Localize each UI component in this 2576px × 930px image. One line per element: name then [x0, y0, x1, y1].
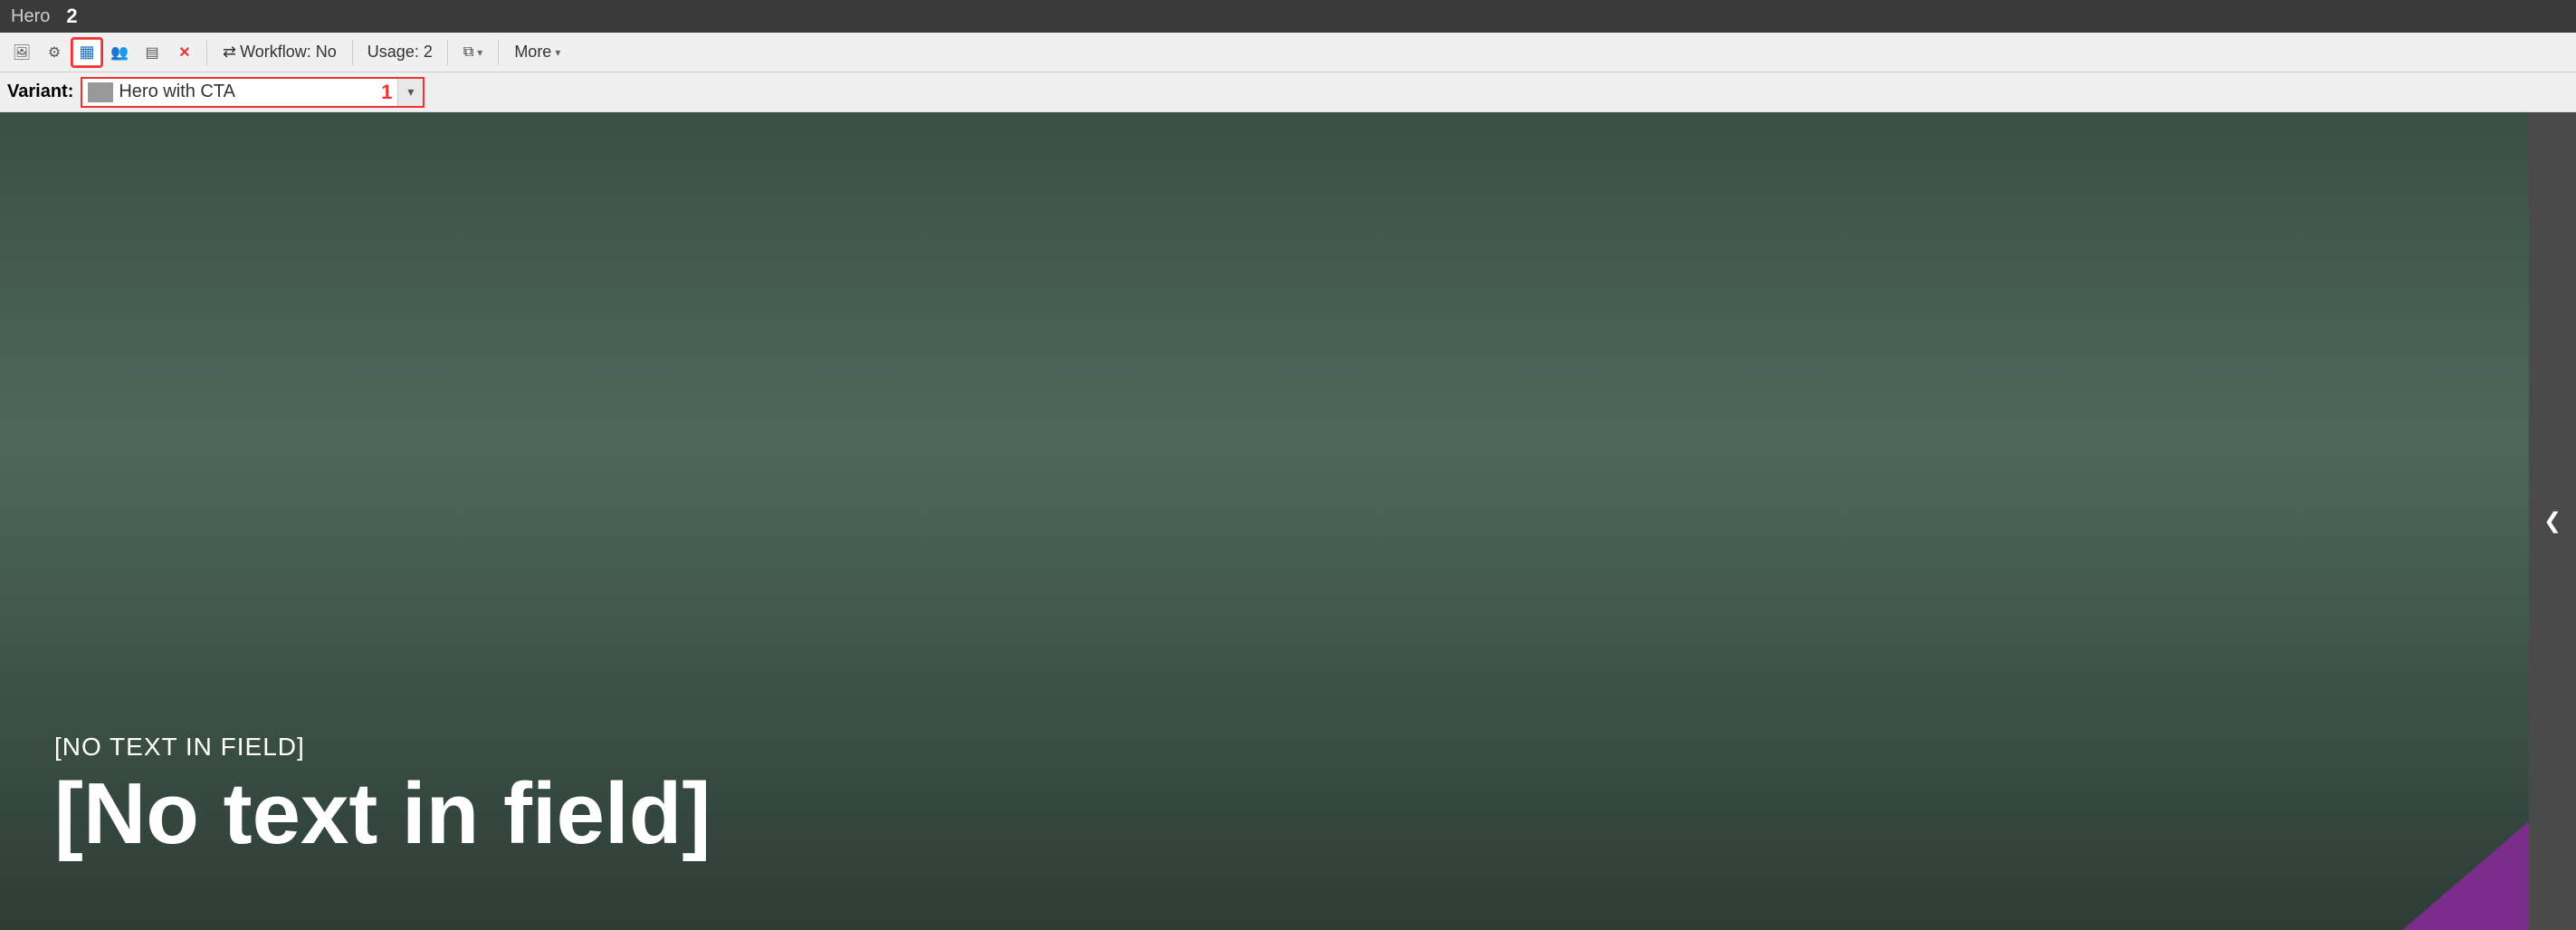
toolbar-divider-2	[352, 40, 353, 65]
workflow-dropdown[interactable]: ⇄ Workflow: No	[215, 39, 345, 66]
hero-title: [No text in field]	[54, 771, 711, 858]
toolbar: 🖼 ⚙ ▦ 👥 ▤ ✕ ⇄ Workflow: No Usage: 2 ⧉ ▾ …	[0, 33, 2576, 72]
columns-button[interactable]: ▤	[138, 39, 167, 66]
component-name-label: Hero	[11, 6, 50, 27]
variant-select[interactable]: Hero with CTA 1 ▾	[81, 77, 425, 108]
variant-label: Variant:	[7, 81, 73, 102]
toolbar-divider-4	[498, 40, 499, 65]
copy-dropdown[interactable]: ⧉ ▾	[455, 39, 491, 66]
variant-thumbnail-icon	[88, 82, 113, 102]
settings-icon: ⚙	[48, 43, 61, 62]
more-chevron-icon: ▾	[555, 46, 560, 59]
image-button[interactable]: 🖼	[7, 39, 36, 66]
copy-chevron-icon: ▾	[477, 46, 482, 59]
layout-icon: ▦	[79, 43, 94, 62]
variant-bar: Variant: Hero with CTA 1 ▾	[0, 72, 2576, 112]
copy-icon: ⧉	[463, 44, 473, 61]
title-bar: Hero 2	[0, 0, 2576, 33]
more-label: More	[514, 43, 551, 62]
image-icon: 🖼	[13, 43, 31, 62]
workflow-icon: ⇄	[223, 43, 236, 62]
delete-icon: ✕	[178, 43, 190, 62]
hero-subtitle: [NO TEXT IN FIELD]	[54, 733, 711, 762]
variant-number-badge: 1	[376, 81, 397, 104]
toolbar-divider-1	[206, 40, 207, 65]
variant-dropdown-button[interactable]: ▾	[397, 79, 423, 106]
columns-icon: ▤	[145, 43, 158, 62]
variant-chevron-icon: ▾	[407, 84, 414, 100]
toolbar-divider-3	[447, 40, 448, 65]
component-number-label: 2	[66, 5, 77, 28]
variant-select-text: Hero with CTA	[119, 81, 376, 102]
layout-button[interactable]: ▦	[72, 39, 101, 66]
right-panel-toggle[interactable]: ❮	[2529, 112, 2576, 930]
usage-label: Usage: 2	[360, 43, 440, 62]
settings-button[interactable]: ⚙	[40, 39, 69, 66]
people-button[interactable]: 👥	[105, 39, 134, 66]
people-icon: 👥	[110, 43, 129, 62]
delete-button[interactable]: ✕	[170, 39, 199, 66]
hero-container: [NO TEXT IN FIELD] [No text in field] ❮	[0, 112, 2576, 930]
more-dropdown[interactable]: More ▾	[506, 39, 568, 66]
workflow-label: Workflow: No	[240, 43, 337, 62]
hero-text-overlay: [NO TEXT IN FIELD] [No text in field]	[54, 733, 711, 858]
right-panel-chevron-icon: ❮	[2543, 508, 2562, 534]
